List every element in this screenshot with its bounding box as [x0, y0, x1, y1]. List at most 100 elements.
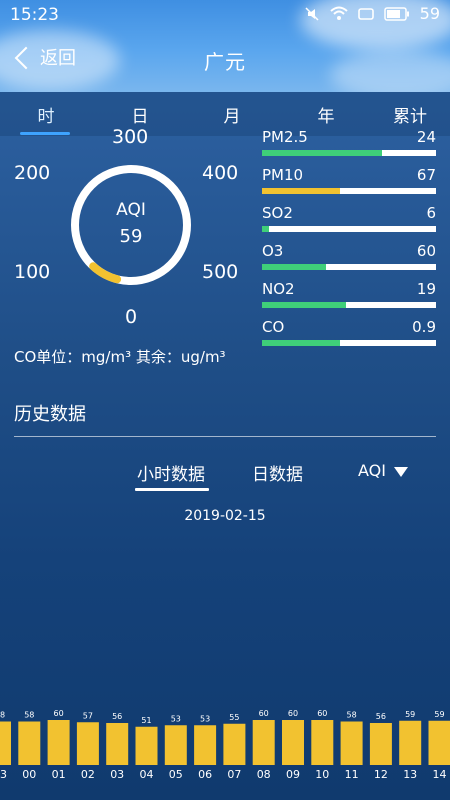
pollutant-bar: [262, 340, 436, 346]
pollutant-bar-fill: [262, 150, 383, 156]
pollutant-name: NO2: [262, 280, 295, 298]
chart-tick-label: 01: [52, 768, 66, 781]
chart-bar: [399, 720, 422, 765]
gauge-label-0: 0: [125, 306, 138, 328]
chart-data-label: 53: [200, 714, 210, 723]
pollutant-bar: [262, 302, 436, 308]
pollutant-row-co: CO 0.9: [262, 318, 438, 356]
chart-bar: [340, 721, 363, 765]
chart-data-label: 55: [229, 713, 239, 722]
chart-data-label: 58: [24, 711, 34, 720]
pollutant-name: O3: [262, 242, 284, 260]
pollutant-row-pm10: PM10 67: [262, 166, 438, 204]
pollutant-bar-fill: [262, 302, 346, 308]
pollutant-bar: [262, 264, 436, 270]
chart-tick-label: 09: [286, 768, 300, 781]
tab-day[interactable]: 日: [110, 102, 170, 127]
chart-data-label: 56: [376, 712, 386, 721]
chart-bar: [311, 720, 334, 765]
chart-tick-label: 02: [81, 768, 95, 781]
tab-cumulative[interactable]: 累计: [380, 102, 440, 127]
pollutant-value: 67: [416, 166, 436, 184]
history-title: 历史数据: [14, 404, 86, 425]
chart-tick-label: 13: [403, 768, 417, 781]
pollutant-value: 60: [416, 242, 436, 260]
status-bar: 15:23 59: [0, 0, 450, 30]
aqi-value: 59: [119, 226, 143, 247]
chart-tick-label: 23: [0, 768, 7, 781]
chart-data-label: 51: [141, 716, 151, 725]
chart-data-label: 58: [0, 711, 5, 720]
pollutant-value: 19: [416, 280, 436, 298]
gauge-label-200: 200: [14, 162, 51, 184]
chart-bar: [252, 720, 275, 765]
nav-bar: 返回 广元: [0, 30, 450, 90]
tab-daily-data[interactable]: 日数据: [252, 460, 303, 485]
pollutant-bar: [262, 188, 436, 194]
gauge-label-400: 400: [202, 162, 239, 184]
chart-tick-label: 14: [433, 768, 447, 781]
tab-month[interactable]: 月: [202, 102, 262, 127]
chart-bar: [135, 726, 158, 765]
page-title: 广元: [204, 50, 246, 74]
pollutant-name: PM10: [262, 166, 304, 184]
chart-bar: [106, 723, 129, 765]
tab-hour[interactable]: 时: [16, 102, 76, 127]
chart-tick-label: 05: [169, 768, 183, 781]
pollutant-value: 6: [426, 204, 436, 222]
chart-bar: [223, 723, 246, 765]
tab-hourly-data[interactable]: 小时数据: [137, 460, 205, 485]
metric-select-value: AQI: [358, 461, 386, 480]
pollutant-value: 0.9: [412, 318, 436, 336]
pollutant-name: SO2: [262, 204, 293, 222]
chart-bar: [164, 725, 187, 765]
units-note: CO单位：mg/m³ 其余：ug/m³: [14, 348, 226, 366]
tab-year[interactable]: 年: [296, 102, 356, 127]
chart-data-label: 60: [259, 709, 269, 718]
tab-active-indicator: [20, 132, 70, 135]
status-time: 15:23: [10, 5, 59, 25]
chart-tick-label: 06: [198, 768, 212, 781]
gauge-label-500: 500: [202, 261, 239, 283]
chart-tick-label: 00: [22, 768, 36, 781]
subtab-active-indicator: [135, 488, 209, 491]
chart-tick-label: 11: [345, 768, 359, 781]
gauge-value-arc: [89, 262, 122, 284]
pollutant-value: 24: [416, 128, 436, 146]
aqi-label: AQI: [116, 200, 146, 220]
battery-icon: [383, 6, 409, 21]
pollutant-row-no2: NO2 19: [262, 280, 438, 318]
chart-tick-label: 10: [315, 768, 329, 781]
pollutant-bar: [262, 226, 436, 232]
chart-tick-label: 03: [110, 768, 124, 781]
chart-bar: [194, 725, 217, 765]
chart-bar: [428, 720, 450, 765]
triangle-down-icon: [393, 466, 408, 477]
chart-data-label: 59: [405, 710, 415, 719]
battery-level: 59: [419, 4, 440, 23]
aqi-bar-chart: 58 23 58 00 60 01 57 02 56 03 51 04 53 05 53 06 55 07 60 08…: [0, 709, 450, 781]
divider: [14, 436, 436, 437]
chart-date: 2019-02-15: [184, 508, 266, 524]
pollutant-name: CO: [262, 318, 285, 336]
screen-icon: [357, 7, 374, 20]
pollutant-name: PM2.5: [262, 128, 308, 146]
chart-bar: [369, 723, 392, 765]
gauge-label-300: 300: [112, 126, 149, 148]
chart-bar: [18, 721, 41, 765]
mute-icon: [305, 6, 319, 21]
chart-data-label: 57: [83, 711, 93, 720]
chart-tick-label: 12: [374, 768, 388, 781]
chart-data-label: 56: [112, 712, 122, 721]
status-icons: 59: [304, 4, 440, 23]
pollutant-bar-fill: [262, 264, 327, 270]
metric-select[interactable]: AQI: [358, 461, 408, 480]
chart-data-label: 60: [288, 709, 298, 718]
pollutant-bar: [262, 150, 436, 156]
chart-data-label: 58: [347, 711, 357, 720]
chart-data-label: 59: [434, 710, 444, 719]
aqi-center: AQI 59: [66, 200, 196, 247]
chart-tick-label: 07: [227, 768, 241, 781]
chart-data-label: 60: [317, 709, 327, 718]
pollutant-row-so2: SO2 6: [262, 204, 438, 242]
